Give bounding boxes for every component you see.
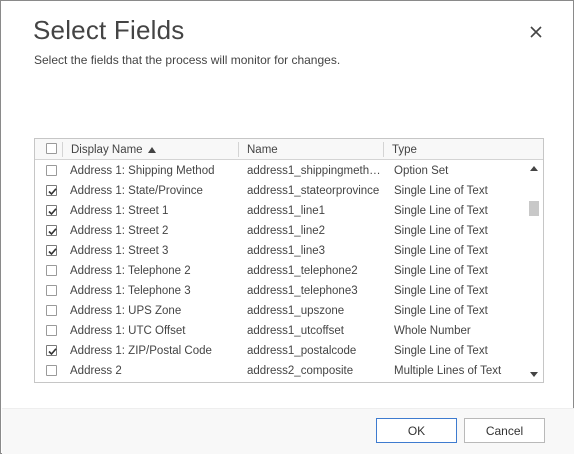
cell-display-name: Address 1: UTC Offset bbox=[70, 325, 186, 337]
grid-rows: Address 1: Shipping Method address1_shipp… bbox=[35, 160, 526, 382]
row-checkbox[interactable] bbox=[46, 365, 57, 376]
cell-name: address1_upszone bbox=[247, 305, 345, 317]
cell-name: address1_telephone2 bbox=[247, 265, 358, 277]
row-checkbox[interactable] bbox=[46, 185, 57, 196]
checkmark-icon bbox=[48, 188, 57, 196]
row-checkbox[interactable] bbox=[46, 245, 57, 256]
table-row[interactable]: Address 1: UTC Offset address1_utcoffset W… bbox=[35, 321, 526, 341]
cell-display-name: Address 1: Street 3 bbox=[70, 245, 169, 257]
table-row[interactable]: Address 1: UPS Zone address1_upszone Singl… bbox=[35, 301, 526, 321]
cell-type: Single Line of Text bbox=[394, 265, 488, 277]
table-row[interactable]: Address 2 address2_composite Multiple Line… bbox=[35, 361, 526, 381]
cell-display-name: Address 1: ZIP/Postal Code bbox=[70, 345, 212, 357]
cell-display-name: Address 1: State/Province bbox=[70, 185, 203, 197]
select-fields-dialog: Select Fields Select the fields that the… bbox=[0, 0, 574, 454]
column-header-name[interactable]: Name bbox=[247, 139, 278, 160]
scroll-down-icon[interactable] bbox=[530, 372, 538, 377]
fields-grid: Display Name Name Type Address 1: Shippi… bbox=[34, 138, 544, 383]
row-checkbox[interactable] bbox=[46, 225, 57, 236]
table-row[interactable]: Address 1: Shipping Method address1_shipp… bbox=[35, 161, 526, 181]
cell-name: address1_line3 bbox=[247, 245, 326, 257]
table-row[interactable]: Address 1: ZIP/Postal Code address1_posta… bbox=[35, 341, 526, 361]
column-header-name-label: Name bbox=[247, 143, 278, 156]
cell-type: Single Line of Text bbox=[394, 205, 488, 217]
cell-type: Single Line of Text bbox=[394, 345, 488, 357]
select-all-checkbox[interactable] bbox=[46, 143, 57, 154]
cell-display-name: Address 2 bbox=[70, 365, 122, 377]
vertical-scrollbar[interactable] bbox=[526, 160, 543, 382]
cell-type: Whole Number bbox=[394, 325, 471, 337]
column-separator bbox=[238, 142, 239, 157]
cancel-button[interactable]: Cancel bbox=[464, 418, 545, 443]
row-checkbox[interactable] bbox=[46, 345, 57, 356]
table-row[interactable]: Address 1: Street 2 address1_line2 Single … bbox=[35, 221, 526, 241]
cell-display-name: Address 1: Telephone 2 bbox=[70, 265, 191, 277]
dialog-title: Select Fields bbox=[33, 15, 185, 45]
cell-name: address1_utcoffset bbox=[247, 325, 344, 337]
cell-display-name: Address 1: Shipping Method bbox=[70, 165, 215, 177]
column-separator bbox=[62, 142, 63, 157]
cell-name: address1_telephone3 bbox=[247, 285, 358, 297]
scrollbar-thumb[interactable] bbox=[529, 201, 539, 216]
cell-type: Multiple Lines of Text bbox=[394, 365, 502, 377]
checkmark-icon bbox=[48, 208, 57, 216]
cell-type: Option Set bbox=[394, 165, 449, 177]
close-icon bbox=[530, 26, 542, 38]
dialog-footer: OK Cancel bbox=[2, 408, 574, 454]
column-header-type[interactable]: Type bbox=[392, 139, 417, 160]
cell-type: Single Line of Text bbox=[394, 225, 488, 237]
cell-type: Single Line of Text bbox=[394, 245, 488, 257]
row-checkbox[interactable] bbox=[46, 165, 57, 176]
column-header-display-name[interactable]: Display Name bbox=[71, 139, 156, 160]
table-row[interactable]: Address 1: State/Province address1_stateo… bbox=[35, 181, 526, 201]
column-header-display-name-label: Display Name bbox=[71, 143, 143, 156]
checkmark-icon bbox=[48, 228, 57, 236]
column-separator bbox=[383, 142, 384, 157]
row-checkbox[interactable] bbox=[46, 265, 57, 276]
sort-ascending-icon bbox=[147, 146, 156, 153]
cell-name: address2_composite bbox=[247, 365, 354, 377]
cell-name: address1_shippingmethod... bbox=[247, 165, 381, 177]
row-checkbox[interactable] bbox=[46, 305, 57, 316]
cell-name: address1_stateorprovince bbox=[247, 185, 380, 197]
cell-type: Single Line of Text bbox=[394, 305, 488, 317]
close-button[interactable] bbox=[525, 21, 547, 43]
scroll-up-icon[interactable] bbox=[530, 166, 538, 171]
dialog-subtitle: Select the fields that the process will … bbox=[34, 53, 341, 67]
column-header-type-label: Type bbox=[392, 143, 417, 156]
cell-name: address1_line2 bbox=[247, 225, 326, 237]
table-row[interactable]: Address 1: Telephone 2 address1_telephone… bbox=[35, 261, 526, 281]
table-row[interactable]: Address 1: Street 3 address1_line3 Single … bbox=[35, 241, 526, 261]
cell-display-name: Address 1: Telephone 3 bbox=[70, 285, 191, 297]
cell-display-name: Address 1: Street 2 bbox=[70, 225, 169, 237]
cell-display-name: Address 1: UPS Zone bbox=[70, 305, 182, 317]
cell-name: address1_postalcode bbox=[247, 345, 357, 357]
checkmark-icon bbox=[48, 248, 57, 256]
row-checkbox[interactable] bbox=[46, 325, 57, 336]
cell-display-name: Address 1: Street 1 bbox=[70, 205, 169, 217]
row-checkbox[interactable] bbox=[46, 285, 57, 296]
cell-name: address1_line1 bbox=[247, 205, 326, 217]
table-row[interactable]: Address 1: Telephone 3 address1_telephone… bbox=[35, 281, 526, 301]
table-row[interactable]: Address 1: Street 1 address1_line1 Single … bbox=[35, 201, 526, 221]
ok-button[interactable]: OK bbox=[376, 418, 457, 443]
cell-type: Single Line of Text bbox=[394, 185, 488, 197]
cell-type: Single Line of Text bbox=[394, 285, 488, 297]
checkmark-icon bbox=[48, 348, 57, 356]
row-checkbox[interactable] bbox=[46, 205, 57, 216]
grid-header: Display Name Name Type bbox=[35, 139, 543, 160]
